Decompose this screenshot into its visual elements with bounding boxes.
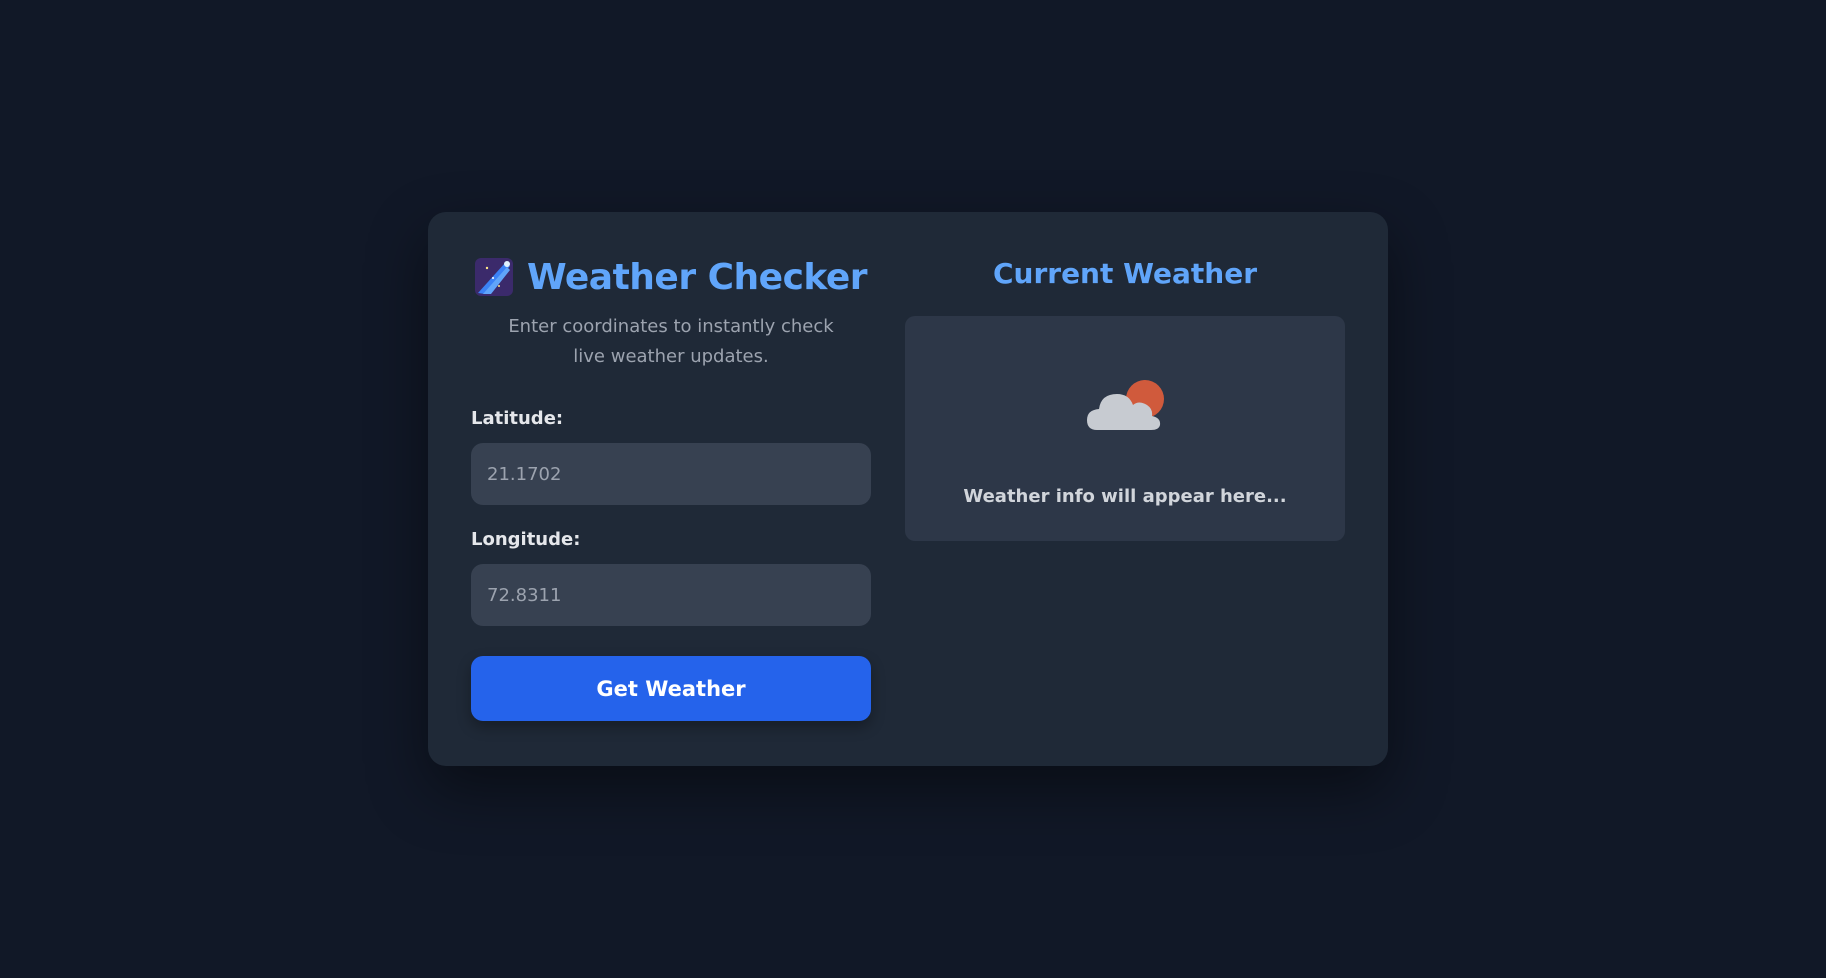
- comet-icon: [474, 258, 513, 296]
- latitude-label: Latitude:: [471, 408, 564, 429]
- get-weather-button[interactable]: Get Weather: [471, 656, 871, 721]
- longitude-label: Longitude:: [471, 529, 581, 550]
- app-header: Weather Checker: [471, 252, 871, 302]
- sun-behind-cloud-icon: [1087, 378, 1167, 434]
- latitude-input[interactable]: [471, 443, 871, 505]
- weather-result-box: Weather info will appear here...: [905, 316, 1345, 541]
- weather-heading: Current Weather: [992, 257, 1258, 290]
- app-title: Weather Checker: [526, 256, 868, 298]
- weather-card: Weather Checker Enter coordinates to ins…: [428, 212, 1388, 766]
- weather-panel: Current Weather Weather info will appear…: [905, 252, 1345, 541]
- app-subtitle: Enter coordinates to instantly check liv…: [508, 316, 834, 367]
- longitude-input[interactable]: [471, 564, 871, 626]
- weather-placeholder-message: Weather info will appear here...: [963, 486, 1287, 507]
- input-panel: Weather Checker Enter coordinates to ins…: [471, 252, 871, 721]
